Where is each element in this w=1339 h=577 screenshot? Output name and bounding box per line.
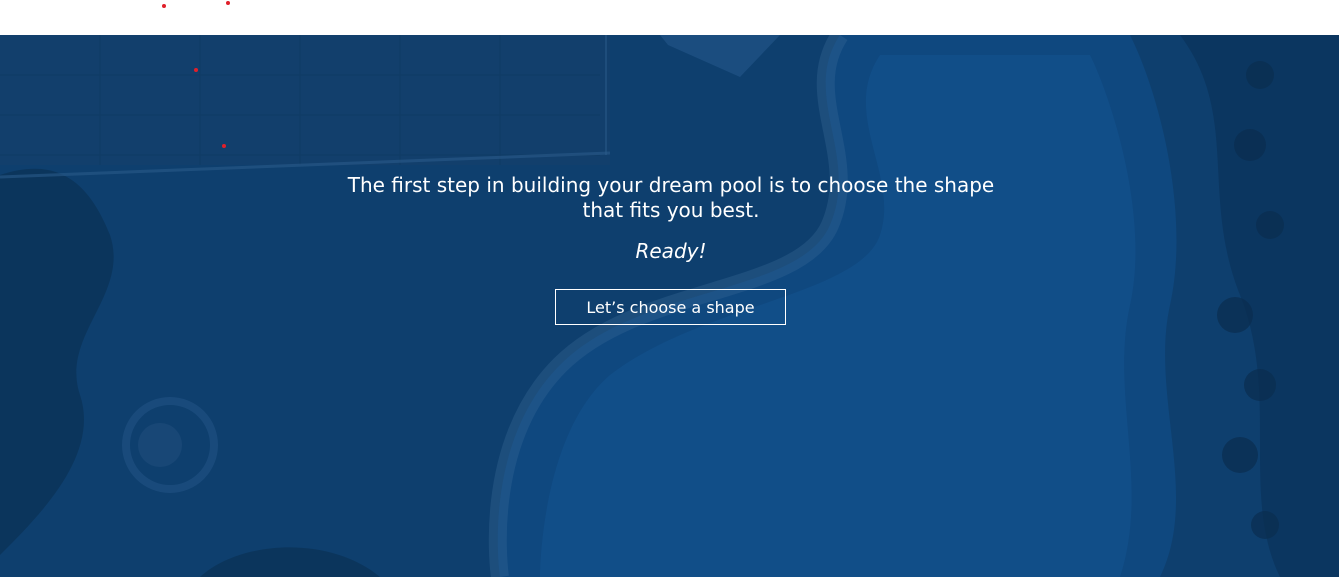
hero-content: The first step in building your dream po… — [0, 35, 1339, 577]
choose-shape-button[interactable]: Let’s choose a shape — [555, 289, 786, 325]
hero-section: The first step in building your dream po… — [0, 35, 1339, 577]
decorative-dot — [226, 1, 230, 5]
top-header-bar — [0, 0, 1339, 35]
decorative-dot — [162, 4, 166, 8]
hero-subtitle: Ready! — [635, 239, 707, 263]
hero-headline: The first step in building your dream po… — [347, 173, 995, 222]
